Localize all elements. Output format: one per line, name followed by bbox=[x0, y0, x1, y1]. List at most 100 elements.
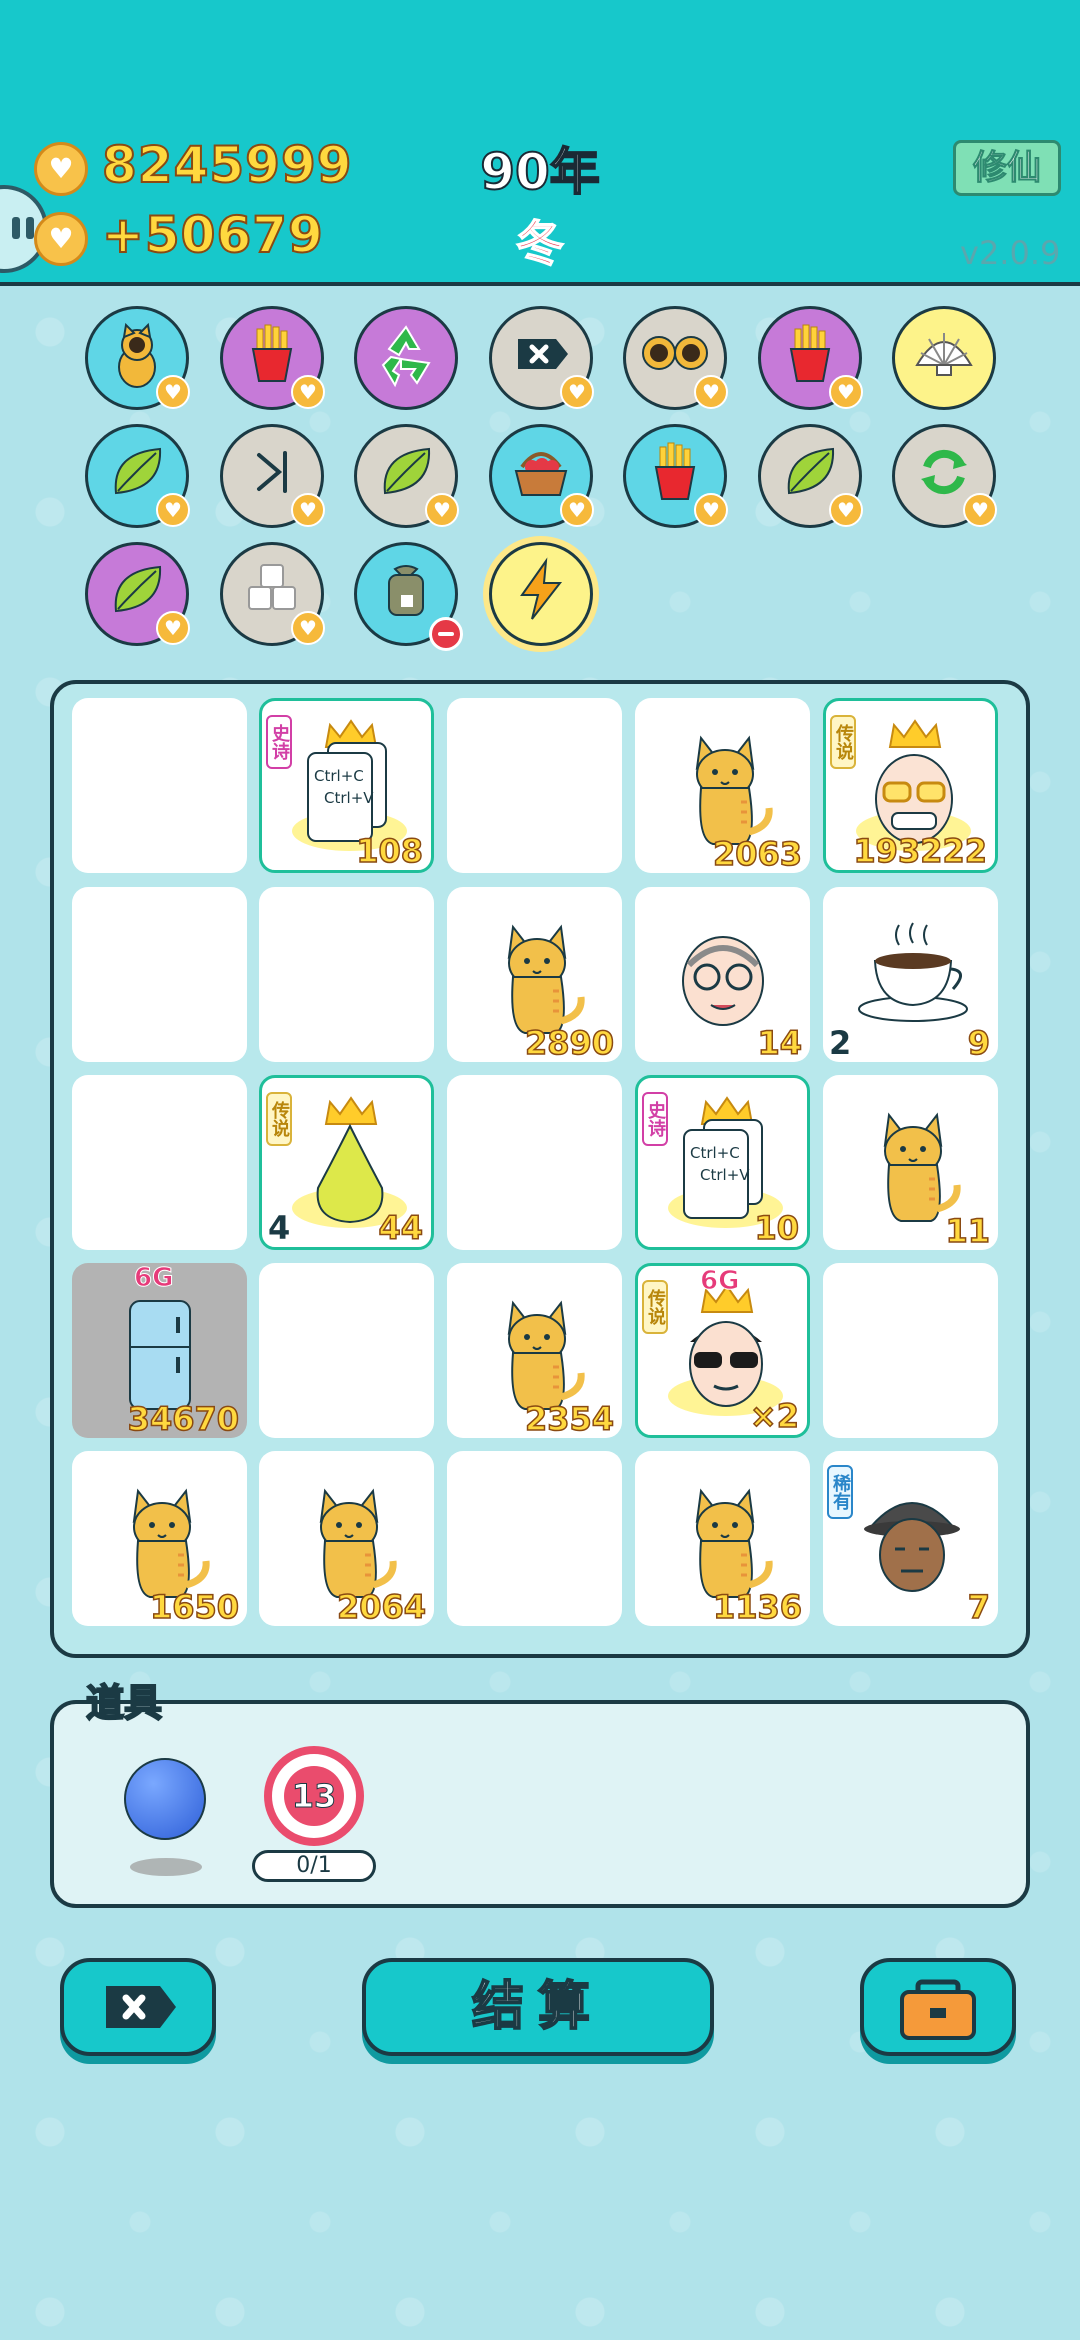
fridge-icon bbox=[129, 1300, 191, 1410]
item-slot-fries[interactable]: ♥ bbox=[758, 306, 863, 410]
coin-balance: 8245999 bbox=[101, 135, 353, 195]
item-slot-basket[interactable]: ♥ bbox=[489, 424, 594, 528]
top-bar: 8245999 +50679 90年 冬 修仙 v2.0.9 bbox=[0, 0, 1080, 286]
item-slot-cat[interactable]: ♥ bbox=[85, 306, 190, 410]
cell-value: 9 bbox=[967, 1023, 991, 1063]
cell-value: 2354 bbox=[524, 1399, 615, 1439]
cell-value: 1136 bbox=[712, 1587, 803, 1627]
heart-badge-icon: ♥ bbox=[291, 493, 325, 527]
board-cell-empty[interactable] bbox=[823, 1263, 998, 1438]
target-count: 13 bbox=[284, 1766, 344, 1826]
board-cell-cat[interactable]: 1136 bbox=[635, 1451, 810, 1627]
board-cell-grandpa[interactable]: 传说 193222 bbox=[823, 698, 998, 873]
item-slot-shell[interactable] bbox=[892, 306, 996, 410]
cell-value: 2890 bbox=[524, 1023, 615, 1063]
settle-button[interactable]: 结算 bbox=[362, 1958, 714, 2056]
heart-badge-icon: ♥ bbox=[560, 493, 594, 527]
season-label: 冬 bbox=[515, 215, 565, 273]
copy-text: Ctrl+C bbox=[690, 1144, 740, 1162]
copy-paste-icon: Ctrl+C Ctrl+V bbox=[683, 1119, 763, 1219]
item-slot-leaf[interactable]: ♥ bbox=[758, 424, 863, 528]
item-slot-cubes[interactable]: ♥ bbox=[220, 542, 325, 646]
cat-icon bbox=[695, 735, 773, 845]
cell-left-count: 4 bbox=[268, 1209, 291, 1247]
item-slot-fries[interactable]: ♥ bbox=[623, 424, 728, 528]
board-cell-fridge[interactable]: 6G 34670 bbox=[72, 1263, 247, 1439]
heart-badge-icon: ♥ bbox=[156, 493, 190, 527]
board-cell-cat[interactable]: 1650 bbox=[72, 1451, 247, 1627]
cat-icon bbox=[319, 1488, 397, 1598]
board-cell-oldman[interactable]: 14 bbox=[635, 887, 810, 1063]
board-cell-empty[interactable] bbox=[72, 698, 247, 873]
income-coin-icon bbox=[34, 212, 88, 266]
item-slot-skip[interactable]: ♥ bbox=[220, 424, 325, 528]
cell-value: 44 bbox=[378, 1208, 424, 1248]
cultivation-mode-button[interactable]: 修仙 bbox=[953, 140, 1061, 196]
board-cell-empty[interactable] bbox=[259, 887, 434, 1062]
props-label: 道具 bbox=[85, 1680, 163, 1726]
board-cell-empty[interactable] bbox=[447, 1075, 622, 1250]
cell-value: 34670 bbox=[127, 1399, 240, 1439]
heart-badge-icon: ♥ bbox=[291, 375, 325, 409]
cat-icon bbox=[695, 1488, 773, 1598]
cell-value: 108 bbox=[355, 831, 423, 871]
cell-value: ×2 bbox=[749, 1396, 800, 1436]
remove-button[interactable] bbox=[60, 1958, 216, 2056]
board-cell-hatman[interactable]: 稀有 7 bbox=[823, 1451, 998, 1627]
board-cell-cat[interactable]: 2890 bbox=[447, 887, 622, 1063]
rarity-tag: 史诗 bbox=[642, 1092, 668, 1146]
board-cell-empty[interactable] bbox=[259, 1263, 434, 1438]
blueberry-icon[interactable] bbox=[124, 1758, 206, 1840]
board-cell-copy[interactable]: Ctrl+C Ctrl+V 史诗 10 bbox=[635, 1075, 810, 1250]
item-slot-double-cat[interactable]: ♥ bbox=[623, 306, 728, 410]
board-cell-copy[interactable]: Ctrl+C Ctrl+V 史诗 108 bbox=[259, 698, 434, 873]
board-cell-cat[interactable]: 2354 bbox=[447, 1263, 622, 1439]
board-cell-cat[interactable]: 2063 bbox=[635, 698, 810, 874]
cell-value: 14 bbox=[757, 1023, 803, 1063]
board-cell-empty[interactable] bbox=[447, 698, 622, 873]
bag-icon bbox=[371, 555, 441, 634]
cell-value: 11 bbox=[945, 1211, 991, 1251]
item-slot-bag[interactable] bbox=[354, 542, 463, 651]
cell-value: 2064 bbox=[336, 1587, 427, 1627]
board-cell-coffee[interactable]: 29 bbox=[823, 887, 998, 1063]
heart-badge-icon: ♥ bbox=[829, 375, 863, 409]
delete-tag-icon bbox=[106, 1986, 176, 2028]
item-slot-leaf[interactable]: ♥ bbox=[85, 424, 190, 528]
board-cell-empty[interactable] bbox=[447, 1451, 622, 1626]
item-slot-refresh[interactable]: ♥ bbox=[892, 424, 997, 528]
board-cell-empty[interactable] bbox=[72, 1075, 247, 1250]
board-cell-empty[interactable] bbox=[72, 887, 247, 1062]
heart-badge-icon: ♥ bbox=[291, 611, 325, 645]
income-per-turn: +50679 bbox=[101, 205, 324, 265]
heart-badge-icon: ♥ bbox=[425, 493, 459, 527]
rarity-tag: 稀有 bbox=[827, 1465, 853, 1519]
oldman-icon bbox=[682, 936, 764, 1026]
backpack-button[interactable] bbox=[860, 1958, 1016, 2056]
item-slot-lightning[interactable] bbox=[489, 542, 593, 646]
rarity-tag: 史诗 bbox=[266, 715, 292, 769]
item-slot-fries[interactable]: ♥ bbox=[220, 306, 325, 410]
copy-paste-icon: Ctrl+C Ctrl+V bbox=[307, 742, 387, 842]
item-slot-delete-tag[interactable]: ♥ bbox=[489, 306, 594, 410]
hat-man-icon bbox=[864, 1502, 960, 1592]
item-slot-leaf[interactable]: ♥ bbox=[354, 424, 459, 528]
version-label: v2.0.9 bbox=[960, 234, 1061, 272]
year-counter: 90年 bbox=[479, 142, 601, 202]
remove-badge-icon bbox=[429, 617, 463, 651]
item-slot-recycle[interactable] bbox=[354, 306, 458, 410]
board-cell-pear[interactable]: 传说 4 44 bbox=[259, 1075, 434, 1250]
recycle-icon bbox=[371, 319, 441, 398]
cell-value: 7 bbox=[967, 1587, 991, 1627]
copy-text: Ctrl+C bbox=[314, 767, 364, 785]
board-cell-cat[interactable]: 2064 bbox=[259, 1451, 434, 1627]
board-cell-cat[interactable]: 11 bbox=[823, 1075, 998, 1251]
coffee-cup-icon bbox=[858, 922, 968, 1022]
6g-badge: 6G bbox=[133, 1263, 174, 1294]
6g-badge: 6G bbox=[699, 1266, 740, 1297]
coin-icon bbox=[34, 142, 88, 196]
target-icon[interactable]: 13 bbox=[264, 1746, 364, 1846]
item-slot-leaf[interactable]: ♥ bbox=[85, 542, 190, 646]
board-cell-boss[interactable]: 传说 6G ×2 bbox=[635, 1263, 810, 1438]
briefcase-icon bbox=[900, 1979, 976, 2040]
